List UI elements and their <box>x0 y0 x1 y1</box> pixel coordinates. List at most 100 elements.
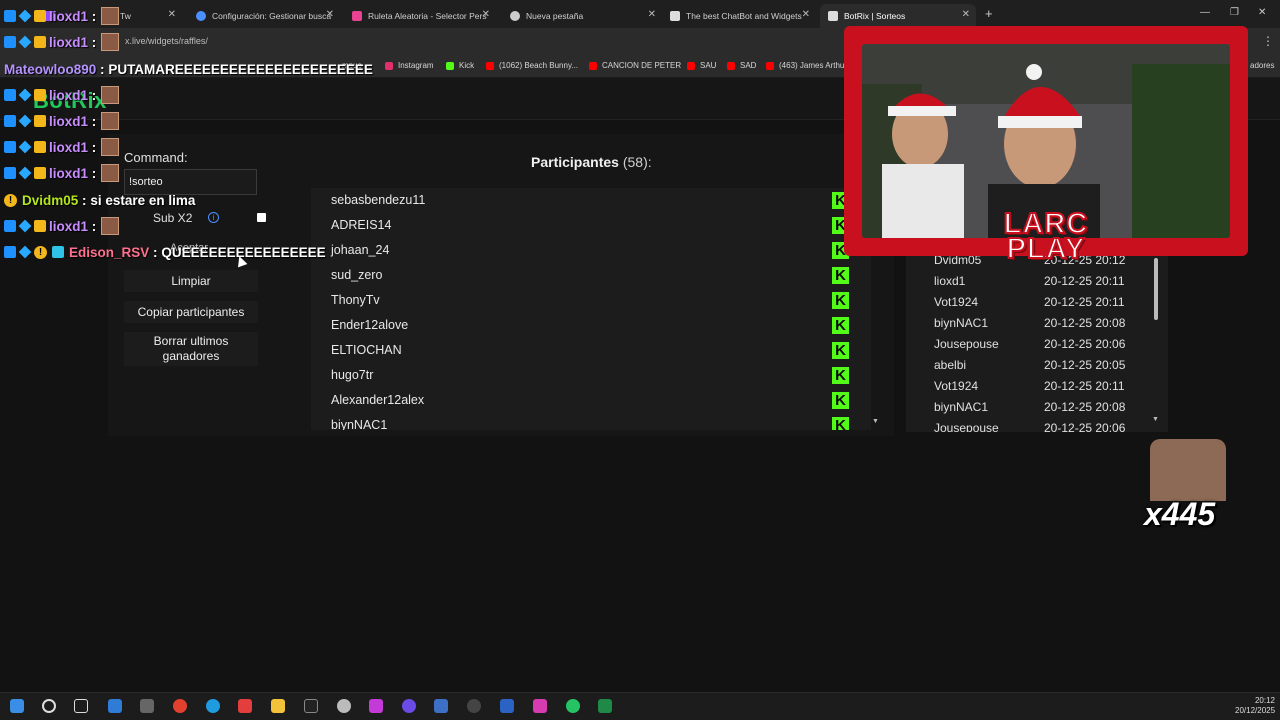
subscriber-badge-icon <box>18 166 32 180</box>
kick-icon: K <box>832 417 849 430</box>
info-icon[interactable]: i <box>208 212 219 223</box>
tab-label: Nueva pestaña <box>526 11 584 21</box>
excel-icon[interactable] <box>598 699 612 713</box>
tab-nueva[interactable]: Nueva pestaña ✕ <box>502 4 662 28</box>
close-icon[interactable]: ✕ <box>648 9 656 20</box>
winners-list[interactable]: Dvidm05 20-12-25 20:12 lioxd1 20-12-25 20:… <box>906 250 1168 432</box>
command-label: Command: <box>124 150 188 165</box>
calculator-icon[interactable] <box>434 699 448 713</box>
chat-username: Mateowloo890 <box>4 61 97 77</box>
close-icon[interactable]: ✕ <box>168 9 176 20</box>
close-icon[interactable]: ✕ <box>482 9 490 20</box>
chrome-icon[interactable] <box>173 699 187 713</box>
url-text[interactable]: x.live/widgets/raffles/ <box>125 36 208 46</box>
tab-label: Configuración: Gestionar busca <box>212 11 332 21</box>
store-icon[interactable] <box>108 699 122 713</box>
moderator-badge-icon <box>4 167 16 179</box>
subscriber-badge-icon <box>18 219 32 233</box>
tab-ruleta[interactable]: Ruleta Aleatoria - Selector Pers ✕ <box>344 4 496 28</box>
emote-icon <box>101 33 120 51</box>
list-item: biynNAC1 20-12-25 20:08 <box>934 400 1126 414</box>
list-item: Vot1924 20-12-25 20:11 <box>934 295 1125 309</box>
app-purple-icon[interactable] <box>369 699 383 713</box>
bookmark-cancion[interactable]: CANCION DE PETER <box>589 61 681 70</box>
list-item: Vot1924 20-12-25 20:11 <box>934 379 1125 393</box>
edge-icon[interactable] <box>206 699 220 713</box>
limpiar-button[interactable]: Limpiar <box>124 270 258 292</box>
participants-title: Participantes (58): <box>531 154 652 170</box>
tab-label: The best ChatBot and Widgets <box>686 11 802 21</box>
subscriber-badge-icon <box>18 245 32 259</box>
close-icon[interactable]: ✕ <box>326 9 334 20</box>
whatsapp-icon[interactable] <box>566 699 580 713</box>
kick-icon: K <box>832 342 849 359</box>
app-circle-icon[interactable] <box>467 699 481 713</box>
tab-botrix-sorteos[interactable]: BotRix | Sorteos ✕ <box>820 4 976 28</box>
bookmark-beach-bunny[interactable]: (1062) Beach Bunny... <box>486 61 578 70</box>
system-clock[interactable]: 20:12 20/12/2025 <box>1235 696 1275 716</box>
minimize-icon[interactable]: — <box>1200 7 1210 18</box>
obs-icon[interactable] <box>402 699 416 713</box>
bookmark-james-arthur[interactable]: (463) James Arthu <box>766 61 844 70</box>
chat-message: lioxd1 : <box>4 32 120 52</box>
participants-list[interactable]: sebasbendezu11 K ADREIS14 K johaan_24 K sud… <box>311 188 871 430</box>
emote-icon <box>101 112 120 130</box>
subscriber-badge-icon <box>18 9 32 23</box>
scroll-down-icon[interactable]: ▼ <box>872 418 879 425</box>
subx2-checkbox[interactable] <box>257 213 266 222</box>
folder-icon[interactable] <box>271 699 285 713</box>
subx2-label: Sub X2 <box>153 211 193 225</box>
list-item: Jousepouse 20-12-25 20:06 <box>934 337 1126 351</box>
emote-icon <box>101 138 120 156</box>
list-item: Jousepouse 20-12-25 20:06 <box>934 421 1126 432</box>
winners-scrollbar[interactable] <box>1154 258 1158 320</box>
gear-icon <box>196 11 206 21</box>
word-icon[interactable] <box>500 699 514 713</box>
bookmark-kick[interactable]: Kick <box>446 61 474 70</box>
botrix-icon <box>670 11 680 21</box>
app-icon[interactable] <box>140 699 154 713</box>
app-white-icon[interactable] <box>337 699 351 713</box>
crown-badge-icon <box>34 10 46 22</box>
larc-play-logo: LARC PLAY <box>1003 208 1089 265</box>
bookmark-more[interactable]: adores <box>1250 61 1274 70</box>
kick-icon: K <box>832 392 849 409</box>
roulette-icon <box>352 11 362 21</box>
tab-configuracion[interactable]: Configuración: Gestionar busca ✕ <box>188 4 340 28</box>
new-tab-icon[interactable]: + <box>985 6 993 21</box>
chat-message: Mateowloo890 : PUTAMAREEEEEEEEEEEEEEEEEE… <box>4 61 373 77</box>
participants-count: (58): <box>622 154 652 170</box>
chat-username: lioxd1 <box>49 139 89 155</box>
copiar-participantes-button[interactable]: Copiar participantes <box>124 301 258 323</box>
youtube-icon <box>486 61 494 70</box>
restore-icon[interactable]: ❐ <box>1230 7 1239 18</box>
scroll-down-icon[interactable]: ▼ <box>1152 416 1159 423</box>
task-view-icon[interactable] <box>74 699 88 713</box>
instagram-icon <box>385 61 393 70</box>
close-window-icon[interactable]: ✕ <box>1258 7 1266 18</box>
crown-badge-icon <box>34 167 46 179</box>
chat-message: lioxd1 : <box>4 216 120 236</box>
app-red-icon[interactable] <box>238 699 252 713</box>
windows-start-icon[interactable] <box>10 699 24 713</box>
list-item: ADREIS14 K <box>311 213 871 238</box>
subscriber-badge-icon <box>18 88 32 102</box>
search-icon[interactable] <box>42 699 56 713</box>
emote-icon <box>101 164 120 182</box>
menu-icon[interactable]: ⋮ <box>1262 34 1274 48</box>
app-g-icon[interactable] <box>304 699 318 713</box>
close-icon[interactable]: ✕ <box>802 9 810 20</box>
bookmark-sau[interactable]: SAU <box>687 61 716 70</box>
chat-message: ! Edison_RSV : QUEEEEEEEEEEEEEEEE <box>4 242 326 262</box>
bookmark-sad[interactable]: SAD <box>727 61 756 70</box>
tab-chatbot[interactable]: The best ChatBot and Widgets ✕ <box>662 4 816 28</box>
list-item: sud_zero K <box>311 263 871 288</box>
close-icon[interactable]: ✕ <box>962 9 970 20</box>
app-pink-icon[interactable] <box>533 699 547 713</box>
crown-badge-icon <box>34 89 46 101</box>
chat-message: lioxd1 : <box>4 137 120 157</box>
bookmark-instagram[interactable]: Instagram <box>385 61 434 70</box>
borrar-ganadores-button[interactable]: Borrar ultimos ganadores <box>124 332 258 366</box>
list-item: biynNAC1 20-12-25 20:08 <box>934 316 1126 330</box>
moderator-badge-icon <box>4 141 16 153</box>
